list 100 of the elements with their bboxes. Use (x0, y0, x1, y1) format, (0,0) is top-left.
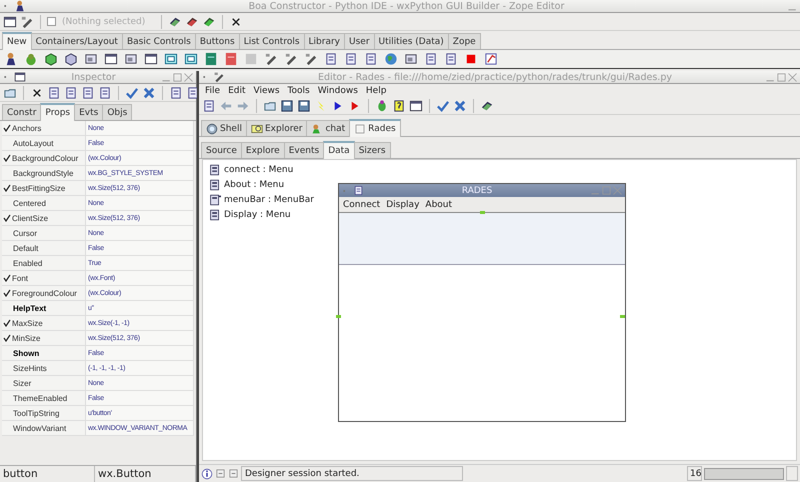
property-name: AutoLayout (13, 138, 54, 148)
component-icon[interactable] (304, 52, 318, 66)
component-icon[interactable] (184, 52, 198, 66)
inspector-icon[interactable] (3, 14, 17, 28)
tab[interactable]: Explore (240, 142, 285, 158)
save-all-icon[interactable] (297, 98, 311, 112)
cancel-icon[interactable] (453, 98, 467, 112)
component-icon[interactable] (344, 52, 358, 66)
tab[interactable]: chat (306, 120, 350, 136)
component-icon[interactable] (444, 52, 458, 66)
selection-handle[interactable] (480, 211, 485, 214)
tab[interactable]: List Controls (238, 33, 305, 49)
tab[interactable]: Props (40, 103, 76, 121)
tab[interactable]: User (344, 33, 375, 49)
tab[interactable]: Buttons (194, 33, 240, 49)
selection-handle[interactable] (336, 315, 341, 318)
info-icon[interactable] (201, 468, 213, 480)
help-icon[interactable] (392, 98, 406, 112)
menu-item[interactable]: Tools (284, 86, 314, 96)
save-icon[interactable] (280, 98, 294, 112)
property-name: MinSize (12, 334, 40, 342)
checkbox-tick[interactable] (3, 184, 11, 192)
document-icon[interactable] (186, 86, 200, 100)
component-icon[interactable] (484, 52, 498, 66)
maximize-icon[interactable] (776, 72, 787, 82)
designer-frame[interactable]: RADES Connect Display About (338, 183, 626, 422)
component-icon[interactable] (64, 52, 78, 66)
component-icon[interactable] (124, 52, 138, 66)
component-icon[interactable] (284, 52, 298, 66)
data-item[interactable]: About : Menu (224, 180, 284, 190)
checkbox[interactable] (47, 17, 56, 26)
close-icon[interactable] (787, 72, 798, 82)
property-name: Cursor (13, 228, 38, 238)
tab[interactable]: Containers/Layout (30, 33, 123, 49)
component-icon[interactable] (104, 52, 118, 66)
tab[interactable]: Sizers (354, 142, 391, 158)
component-icon[interactable] (364, 52, 378, 66)
menu-item[interactable]: Windows (314, 86, 362, 96)
component-icon[interactable] (324, 52, 338, 66)
property-name: ClientSize (12, 214, 48, 222)
button-icon[interactable] (228, 468, 239, 479)
tab[interactable]: Shell (201, 120, 247, 136)
checkbox-tick[interactable] (3, 214, 11, 222)
menu-item[interactable]: Help (362, 86, 390, 96)
check-icon[interactable] (125, 86, 139, 100)
maximize-icon[interactable] (172, 72, 183, 82)
window-title: Boa Constructor - Python IDE - wxPython GUI Builder - Zope Editor (248, 0, 566, 12)
checkbox-tick[interactable] (3, 124, 11, 132)
menu-item[interactable]: Edit (224, 86, 250, 96)
tab[interactable]: Constr (2, 104, 42, 120)
checkbox-tick[interactable] (3, 289, 11, 297)
property-name: ThemeEnabled (13, 394, 68, 402)
component-icon[interactable] (144, 52, 158, 66)
menu-item[interactable]: Connect (340, 200, 384, 210)
tab[interactable]: Zope (448, 33, 481, 49)
tab[interactable]: Objs (102, 104, 132, 120)
document-icon[interactable] (98, 86, 112, 100)
menu-item[interactable]: File (201, 86, 224, 96)
component-icon[interactable] (404, 52, 418, 66)
tab-icon (250, 122, 263, 134)
component-icon[interactable] (164, 52, 178, 66)
checkbox-tick[interactable] (3, 154, 11, 162)
component-icon[interactable] (424, 52, 438, 66)
data-item[interactable]: menuBar : MenuBar (224, 195, 314, 205)
property-name: BackgroundStyle (13, 168, 74, 178)
data-item[interactable]: connect : Menu (224, 165, 294, 175)
checkbox-tick[interactable] (3, 319, 11, 327)
checkbox-tick[interactable] (3, 334, 11, 342)
property-name: ToolTipString (13, 408, 60, 418)
menu-item[interactable]: Display (383, 200, 422, 210)
component-icon[interactable] (84, 52, 98, 66)
tab[interactable]: Rades (349, 119, 401, 137)
menu-icon (209, 164, 221, 176)
property-name: ForegroundColour (12, 288, 77, 298)
property-name: Centered (13, 198, 46, 208)
tab[interactable]: Library (304, 33, 346, 49)
tab[interactable]: Basic Controls (122, 33, 196, 49)
component-icon[interactable] (264, 52, 278, 66)
check-icon[interactable] (436, 98, 450, 112)
data-item[interactable]: Display : Menu (224, 210, 291, 220)
menu-item[interactable]: About (422, 200, 456, 210)
tab[interactable]: Utilities (Data) (374, 33, 449, 49)
editor-icon[interactable] (20, 14, 34, 28)
tab[interactable]: Data (323, 141, 355, 159)
tab[interactable]: New (2, 32, 32, 50)
close-icon[interactable] (183, 72, 194, 82)
object-name: button (0, 466, 95, 482)
component-icon[interactable] (44, 52, 58, 66)
checkbox-tick[interactable] (3, 274, 11, 282)
cancel-icon[interactable] (142, 86, 156, 100)
selection-handle[interactable] (620, 315, 625, 318)
component-icon[interactable] (4, 52, 18, 66)
tab[interactable]: Events (284, 142, 324, 158)
menu-item[interactable]: Views (250, 86, 284, 96)
tab[interactable]: Evts (74, 104, 104, 120)
object-class: wx.Button (95, 466, 196, 482)
tab[interactable]: Explorer (246, 120, 308, 136)
property-name: BackgroundColour (12, 154, 78, 162)
tab[interactable]: Source (201, 142, 242, 158)
document-icon[interactable] (169, 86, 183, 100)
